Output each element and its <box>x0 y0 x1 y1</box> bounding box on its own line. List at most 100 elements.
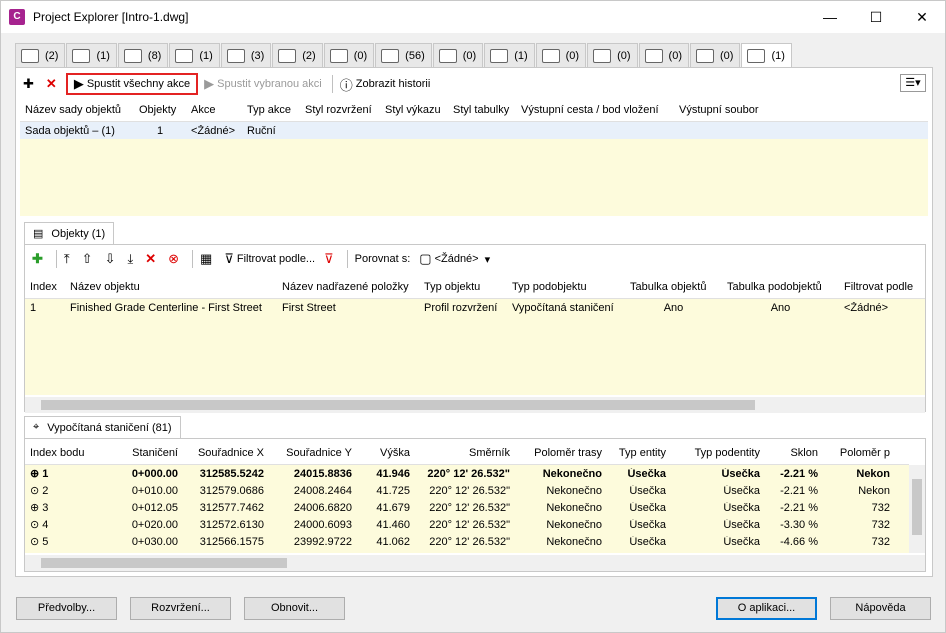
tab-object-sets[interactable]: (1) <box>741 43 792 68</box>
col-action[interactable]: Akce <box>186 104 242 116</box>
table-row[interactable]: 1 Finished Grade Centerline - First Stre… <box>25 299 925 316</box>
table-row[interactable]: ⊙ 2 0+010.00 312579.0686 24008.2464 41.7… <box>25 482 909 499</box>
about-button[interactable]: O aplikaci... <box>716 597 817 620</box>
help-button[interactable]: Nápověda <box>830 597 931 620</box>
col-set-name[interactable]: Název sady objektů <box>20 104 134 116</box>
tab-tables[interactable]: (0) <box>690 43 741 67</box>
col-grade[interactable]: Sklon <box>765 447 823 459</box>
table-settings-button[interactable]: ▦ <box>197 248 218 270</box>
move-down-button[interactable]: ⇩ <box>102 248 122 270</box>
remove-object-button[interactable]: ✕ <box>142 248 162 270</box>
new-set-button[interactable]: ✚ <box>20 73 40 95</box>
col-point-index[interactable]: Index bodu <box>25 447 107 459</box>
tab-feature-lines[interactable]: (0) <box>323 43 375 67</box>
x-cell: 312585.5242 <box>199 467 264 480</box>
scrollbar-thumb[interactable] <box>912 479 922 535</box>
maximize-button[interactable]: ☐ <box>853 1 899 33</box>
tab-corridors[interactable]: (1) <box>484 43 535 67</box>
point-icon: ⊙ <box>30 519 43 531</box>
minimize-button[interactable]: — <box>807 1 853 33</box>
col-profile-radius[interactable]: Poloměr p <box>823 447 895 459</box>
col-bearing[interactable]: Směrník <box>415 447 515 459</box>
move-up-button[interactable]: ⇧ <box>79 248 99 270</box>
station-cell: 0+010.00 <box>131 484 178 497</box>
object-type-tabs: (2) (1) (8) (1) (3) (2) (0) (56) (0) (1)… <box>15 43 793 68</box>
filter-button[interactable]: ⊽ Filtrovat podle... <box>221 248 318 270</box>
col-y[interactable]: Souřadnice Y <box>269 447 357 459</box>
col-subentity-type[interactable]: Typ podentity <box>671 447 765 459</box>
objects-table-body: 1 Finished Grade Centerline - First Stre… <box>25 299 925 395</box>
table-row[interactable]: ⊕ 3 0+012.05 312577.7462 24006.6820 41.6… <box>25 499 909 516</box>
clear-filter-button[interactable]: ⊽ <box>321 248 340 270</box>
scrollbar-thumb[interactable] <box>41 400 755 410</box>
table-row[interactable]: ⊕ 1 0+000.00 312585.5242 24015.8836 41.9… <box>25 465 909 482</box>
tab-pressure[interactable]: (0) <box>587 43 638 67</box>
col-elevation[interactable]: Výška <box>357 447 415 459</box>
col-output-file[interactable]: Výstupní soubor <box>674 104 774 116</box>
col-x[interactable]: Souřadnice X <box>183 447 269 459</box>
tab-surfaces[interactable]: (1) <box>66 43 117 67</box>
col-station[interactable]: Staničení <box>107 447 183 459</box>
close-button[interactable]: ✕ <box>899 1 945 33</box>
col-subobject-table[interactable]: Tabulka podobjektů <box>722 281 839 293</box>
col-report-style[interactable]: Styl výkazu <box>380 104 448 116</box>
tab-assemblies[interactable]: (2) <box>272 43 323 67</box>
index-cell: ⊙ 5 <box>30 536 49 548</box>
col-filter-by[interactable]: Filtrovat podle <box>839 281 925 293</box>
move-top-button[interactable]: ⤒ <box>61 248 76 270</box>
station-cell: 0+012.05 <box>131 501 178 514</box>
index-cell: 1 <box>30 301 37 314</box>
grade-cell: -2.21 % <box>780 484 818 497</box>
grade-cell: -2.21 % <box>780 467 818 480</box>
objects-horizontal-scrollbar[interactable] <box>25 397 925 413</box>
refresh-button[interactable]: Obnovit... <box>244 597 345 620</box>
info-icon: ⓘ <box>339 77 353 93</box>
tab-profile-views[interactable]: (1) <box>169 43 220 67</box>
col-subobject-type[interactable]: Typ podobjektu <box>507 281 625 293</box>
show-history-button[interactable]: ⓘ Zobrazit historii <box>337 73 434 95</box>
run-all-actions-button[interactable]: ▶ Spustit všechny akce <box>65 73 199 95</box>
run-selected-action-button[interactable]: ▶ Spustit vybranou akci <box>201 73 325 95</box>
col-layout-style[interactable]: Styl rozvržení <box>300 104 380 116</box>
col-object-type[interactable]: Typ objektu <box>419 281 507 293</box>
col-objects[interactable]: Objekty <box>134 104 186 116</box>
preferences-button[interactable]: Předvolby... <box>16 597 117 620</box>
tab-alignments[interactable]: (2) <box>15 43 66 67</box>
stations-horizontal-scrollbar[interactable] <box>25 555 925 571</box>
tab-profiles[interactable]: (8) <box>117 43 169 67</box>
col-index[interactable]: Index <box>25 281 65 293</box>
tab-computed-stations[interactable]: ⌖ Vypočítaná staničení (81) <box>24 416 181 438</box>
entity-cell: Úsečka <box>629 535 666 548</box>
col-table-style[interactable]: Styl tabulky <box>448 104 516 116</box>
tab-intersections[interactable]: (0) <box>638 43 689 67</box>
tab-sample-lines[interactable]: (3) <box>220 43 272 67</box>
scrollbar-thumb[interactable] <box>41 558 287 568</box>
table-row[interactable]: ⊙ 4 0+020.00 312572.6130 24000.6093 41.4… <box>25 516 909 533</box>
col-object-table[interactable]: Tabulka objektů <box>625 281 722 293</box>
parcel-icon <box>381 48 400 63</box>
tab-objects[interactable]: ▤ Objekty (1) <box>24 222 115 244</box>
col-parent-name[interactable]: Název nadřazené položky <box>277 281 419 293</box>
col-object-name[interactable]: Název objektu <box>65 281 277 293</box>
tab-parcels[interactable]: (56) <box>375 43 432 67</box>
col-output-path[interactable]: Výstupní cesta / bod vložení <box>516 104 674 116</box>
stations-vertical-scrollbar[interactable] <box>909 465 925 553</box>
bearing-cell: 220° 12' 26.532" <box>429 484 510 497</box>
move-bottom-button[interactable]: ⤓ <box>124 248 139 270</box>
compare-dropdown[interactable]: ▢ <Žádné> ▾ <box>416 248 493 270</box>
object-set-icon <box>747 49 766 63</box>
table-row[interactable]: ⊙ 5 0+030.00 312566.1575 23992.9722 41.0… <box>25 533 909 550</box>
tab-gradings[interactable]: (0) <box>432 43 484 67</box>
tab-pipes[interactable]: (0) <box>535 43 587 67</box>
layout-menu-button[interactable]: ☰▾ <box>900 74 926 92</box>
delete-set-button[interactable]: ✕ <box>43 73 63 95</box>
col-action-type[interactable]: Typ akce <box>242 104 300 116</box>
add-object-button[interactable]: ✚ <box>29 248 49 270</box>
y-cell: 24000.6093 <box>293 518 352 531</box>
table-row[interactable]: Sada objektů – (1) 1 <Žádné> Ruční <box>20 122 928 139</box>
remove-all-button[interactable]: ⊗ <box>165 248 185 270</box>
col-entity-type[interactable]: Typ entity <box>607 447 671 459</box>
run-all-icon: ▶ <box>73 76 84 91</box>
col-alignment-radius[interactable]: Poloměr trasy <box>515 447 607 459</box>
layout-button[interactable]: Rozvržení... <box>130 597 231 620</box>
